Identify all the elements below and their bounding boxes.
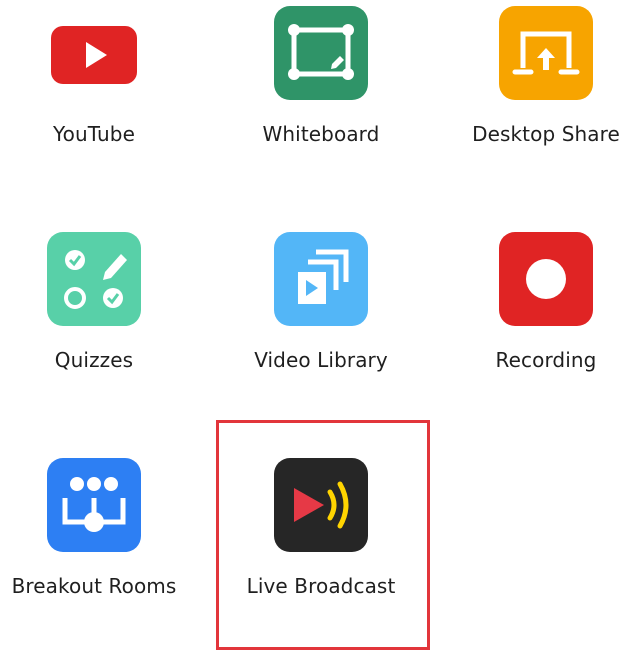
app-tile-whiteboard[interactable]: Whiteboard — [221, 0, 421, 170]
desktop-share-icon — [499, 6, 593, 100]
app-label-breakout-rooms: Breakout Rooms — [11, 574, 177, 598]
quizzes-icon — [47, 232, 141, 326]
app-tile-breakout-rooms[interactable]: Breakout Rooms — [0, 452, 194, 622]
app-tile-youtube[interactable]: YouTube — [0, 0, 194, 170]
app-label-whiteboard: Whiteboard — [262, 122, 380, 146]
whiteboard-icon — [274, 6, 368, 100]
app-tile-recording[interactable]: Recording — [446, 226, 624, 396]
app-label-live-broadcast: Live Broadcast — [246, 574, 396, 598]
recording-icon — [499, 232, 593, 326]
app-tile-video-library[interactable]: Video Library — [221, 226, 421, 396]
video-library-icon — [274, 232, 368, 326]
app-label-quizzes: Quizzes — [54, 348, 134, 372]
app-label-youtube: YouTube — [52, 122, 136, 146]
app-label-desktop-share: Desktop Share — [472, 122, 620, 146]
app-label-recording: Recording — [495, 348, 597, 372]
app-tile-live-broadcast[interactable]: Live Broadcast — [221, 452, 421, 622]
app-label-video-library: Video Library — [254, 348, 388, 372]
youtube-icon — [51, 26, 137, 84]
app-tile-quizzes[interactable]: Quizzes — [0, 226, 194, 396]
app-tile-desktop-share[interactable]: Desktop Share — [446, 0, 624, 170]
breakout-rooms-icon — [47, 458, 141, 552]
live-broadcast-icon — [274, 458, 368, 552]
